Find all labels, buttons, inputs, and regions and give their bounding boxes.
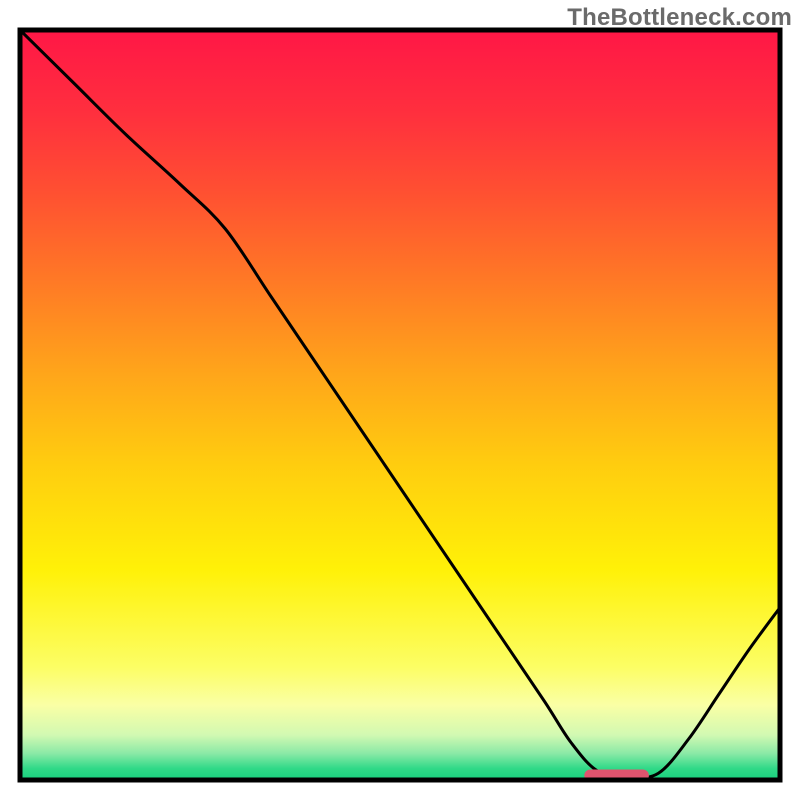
bottleneck-chart: TheBottleneck.com [0,0,800,800]
chart-canvas [0,0,800,800]
watermark-label: TheBottleneck.com [567,4,792,32]
